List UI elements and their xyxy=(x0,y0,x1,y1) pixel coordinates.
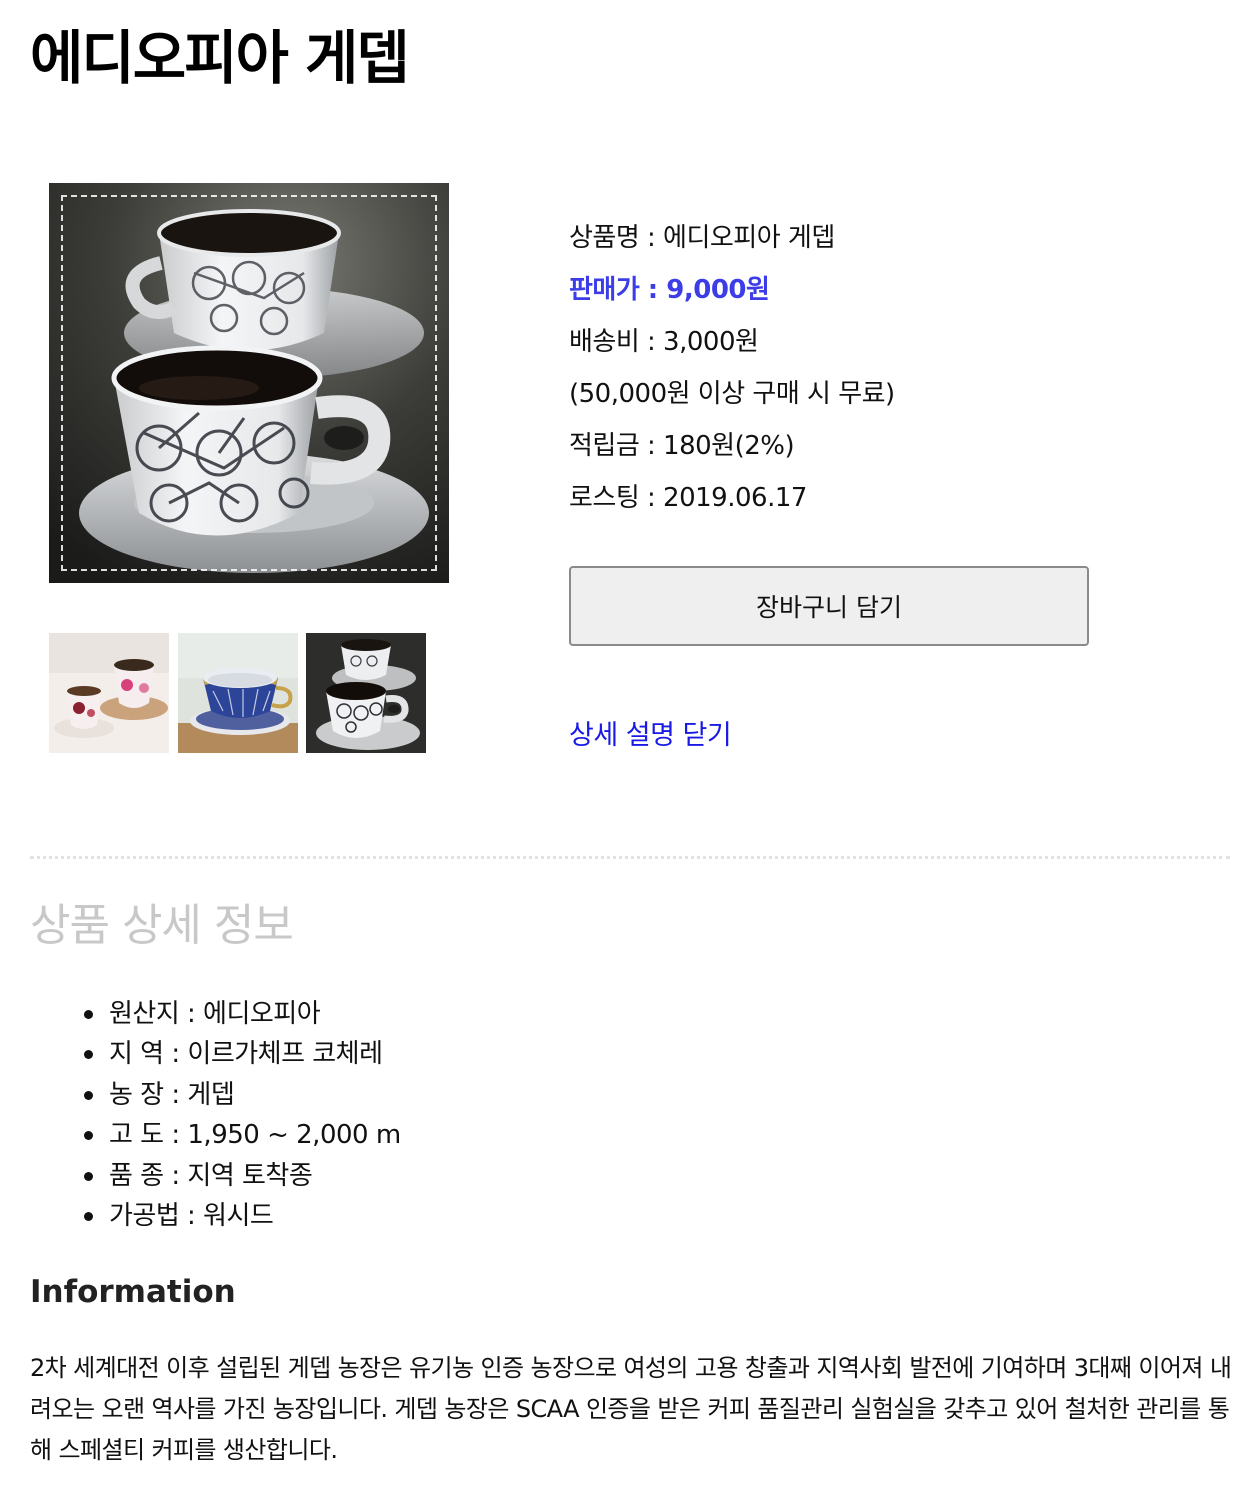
list-item: 원산지 : 에디오피아 xyxy=(84,994,401,1034)
page-title: 에디오피아 게뎁 xyxy=(30,24,410,92)
thumbnail-1[interactable] xyxy=(49,633,169,753)
bullet-icon xyxy=(84,1131,93,1141)
spec-process: 가공법 : 워시드 xyxy=(109,1200,274,1231)
list-item: 지 역 : 이르가체프 코체레 xyxy=(84,1034,401,1074)
spec-altitude: 고 도 : 1,950 ~ 2,000 m xyxy=(109,1120,401,1151)
blue-gold-cup-icon xyxy=(178,633,298,753)
spec-variety: 품 종 : 지역 토착종 xyxy=(109,1160,313,1191)
bullet-icon xyxy=(84,1010,93,1019)
bicycle-pattern-cups-icon xyxy=(306,633,426,753)
list-item: 농 장 : 게뎁 xyxy=(84,1075,401,1115)
main-product-image xyxy=(49,183,449,583)
detail-section-title: 상품 상세 정보 xyxy=(30,900,294,951)
information-heading: Information xyxy=(30,1274,236,1310)
free-shipping-note: (50,000원 이상 구매 시 무료) xyxy=(569,379,895,409)
pink-floral-cups-icon xyxy=(49,633,169,753)
spec-origin: 원산지 : 에디오피아 xyxy=(109,999,321,1029)
information-text: 2차 세계대전 이후 설립된 게뎁 농장은 유기농 인증 농장으로 여성의 고용… xyxy=(30,1354,1232,1464)
thumbnail-3[interactable] xyxy=(306,633,426,753)
section-divider xyxy=(30,856,1230,859)
product-price: 판매가 : 9,000원 xyxy=(569,275,770,305)
spec-region: 지 역 : 이르가체프 코체레 xyxy=(109,1039,383,1070)
list-item: 품 종 : 지역 토착종 xyxy=(84,1156,401,1196)
list-item: 가공법 : 워시드 xyxy=(84,1196,401,1236)
reward-points: 적립금 : 180원(2%) xyxy=(569,431,795,461)
close-detail-link[interactable]: 상세 설명 닫기 xyxy=(569,713,732,759)
bullet-icon xyxy=(84,1211,93,1221)
shipping-fee: 배송비 : 3,000원 xyxy=(569,327,759,357)
bullet-icon xyxy=(84,1050,93,1060)
bicycle-cups-photo xyxy=(49,183,449,583)
spec-farm: 농 장 : 게뎁 xyxy=(109,1079,235,1110)
spec-list: 원산지 : 에디오피아 지 역 : 이르가체프 코체레 농 장 : 게뎁 고 도… xyxy=(84,994,401,1236)
thumbnail-2[interactable] xyxy=(178,633,298,753)
product-name: 상품명 : 에디오피아 게뎁 xyxy=(569,223,835,253)
bullet-icon xyxy=(84,1090,93,1100)
list-item: 고 도 : 1,950 ~ 2,000 m xyxy=(84,1115,401,1155)
product-info: 상품명 : 에디오피아 게뎁 판매가 : 9,000원 배송비 : 3,000원… xyxy=(569,212,1089,524)
bullet-icon xyxy=(84,1171,93,1181)
roasting-date: 로스팅 : 2019.06.17 xyxy=(569,483,807,513)
add-to-cart-button[interactable]: 장바구니 담기 xyxy=(569,566,1089,646)
